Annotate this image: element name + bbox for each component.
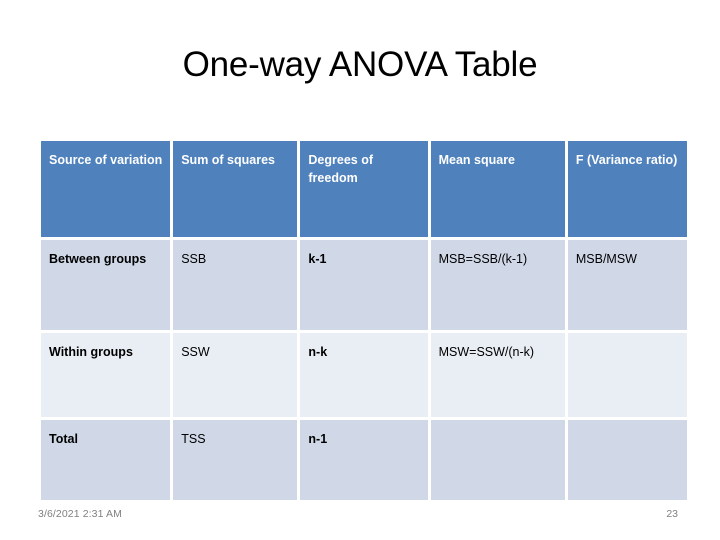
cell-ss-within-groups: SSW — [173, 333, 298, 417]
cell-source-between-groups: Between groups — [41, 240, 171, 330]
page-title: One-way ANOVA Table — [182, 45, 538, 84]
cell-f-total — [567, 420, 687, 500]
cell-ms-within-groups: MSW=SSW/(n-k) — [430, 333, 565, 417]
cell-df-between-groups: k-1 — [300, 240, 428, 330]
cell-df-within-groups: n-k — [300, 333, 428, 417]
table-row: Between groups SSB k-1 MSB=SSB/(k-1) MSB… — [41, 240, 687, 330]
table-header-row: Source of variation Sum of squares Degre… — [41, 141, 687, 237]
column-header-f-variance-ratio: F (Variance ratio) — [567, 141, 687, 237]
cell-source-total: Total — [41, 420, 171, 500]
table-row: Within groups SSW n-k MSW=SSW/(n-k) — [41, 333, 687, 417]
cell-f-within-groups — [567, 333, 687, 417]
cell-ms-between-groups: MSB=SSB/(k-1) — [430, 240, 565, 330]
slide-canvas: One-way ANOVA Table Source of variation … — [0, 0, 720, 540]
column-header-sum-of-squares: Sum of squares — [173, 141, 298, 237]
column-header-source-of-variation: Source of variation — [41, 141, 171, 237]
cell-ss-total: TSS — [173, 420, 298, 500]
footer-page-number: 23 — [666, 508, 678, 520]
table-row: Total TSS n-1 — [41, 420, 687, 500]
cell-f-between-groups: MSB/MSW — [567, 240, 687, 330]
cell-source-within-groups: Within groups — [41, 333, 171, 417]
cell-ms-total — [430, 420, 565, 500]
footer-datetime: 3/6/2021 2:31 AM — [38, 508, 122, 520]
column-header-mean-square: Mean square — [430, 141, 565, 237]
cell-ss-between-groups: SSB — [173, 240, 298, 330]
column-header-degrees-of-freedom: Degrees of freedom — [300, 141, 428, 237]
anova-table: Source of variation Sum of squares Degre… — [38, 138, 690, 503]
cell-df-total: n-1 — [300, 420, 428, 500]
